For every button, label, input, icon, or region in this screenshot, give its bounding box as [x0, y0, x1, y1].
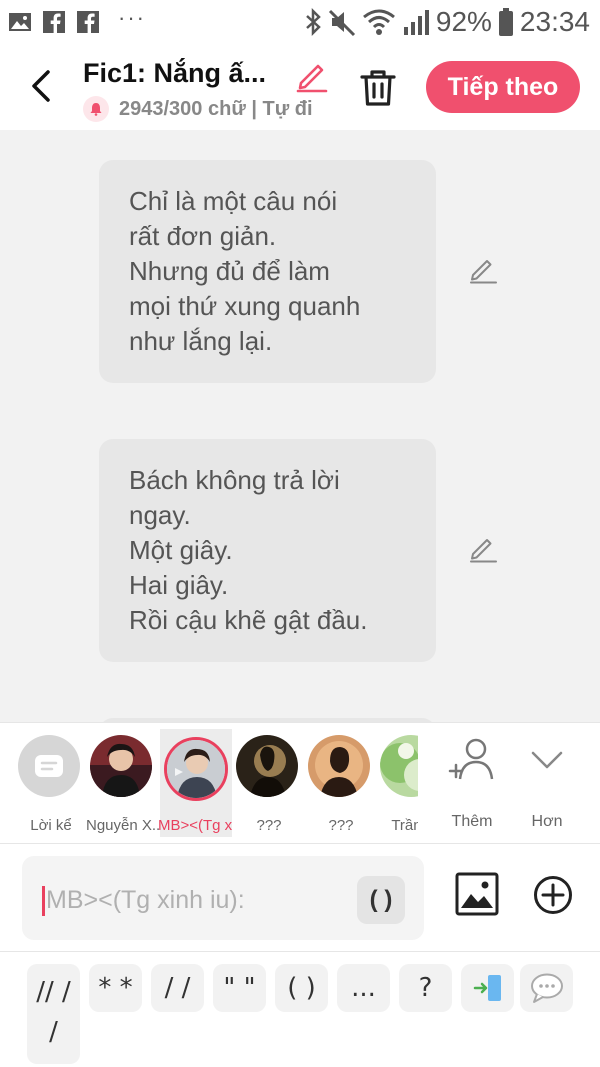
chat-bubble-icon — [530, 973, 563, 1003]
word-count-info: 2943/300 chữ | Tự đi — [83, 96, 331, 122]
character-avatar — [164, 737, 228, 801]
character-avatar — [90, 735, 152, 797]
back-icon[interactable] — [22, 64, 62, 108]
clock: 23:34 — [519, 6, 590, 37]
story-title[interactable]: Fic1: Nắng ấ... — [83, 58, 283, 89]
battery-icon — [498, 8, 513, 36]
add-character-label: Thêm — [451, 813, 493, 830]
character-name: MB><(Tg x... — [158, 817, 232, 834]
character-name: Trần T — [391, 817, 418, 834]
mute-icon — [328, 9, 355, 37]
more-notifications-icon: ··· — [118, 5, 146, 30]
message-input-box[interactable]: ( ) — [22, 856, 424, 940]
quick-symbol-button[interactable]: // / / — [27, 964, 80, 1064]
character-item[interactable]: Trần T — [378, 729, 418, 837]
parentheses-button[interactable]: ( ) — [357, 876, 405, 924]
edit-message-icon[interactable] — [468, 254, 498, 284]
insert-chat-button[interactable] — [520, 964, 573, 1012]
more-characters-button[interactable]: Hơn — [517, 735, 577, 835]
word-count-text: 2943/300 chữ | Tự đi — [119, 97, 313, 120]
character-selector: Lời kể Nguyễn X... MB><(Tg x... ??? ??? — [0, 722, 600, 844]
quick-symbol-button[interactable]: ... — [337, 964, 390, 1012]
character-name: ??? — [256, 817, 282, 834]
add-character-button[interactable]: Thêm — [442, 735, 502, 835]
phone-arrow-icon — [473, 975, 501, 1001]
message-composer: ( ) — [0, 844, 600, 952]
gallery-notification-icon — [9, 13, 31, 31]
next-button[interactable]: Tiếp theo — [426, 61, 580, 113]
trash-icon[interactable] — [358, 68, 398, 108]
message-bubble[interactable]: Chỉ là một câu nói rất đơn giản. Nhưng đ… — [99, 160, 436, 383]
battery-percent: 92% — [435, 6, 492, 37]
bell-icon — [83, 96, 109, 122]
character-item[interactable]: Nguyễn X... — [86, 729, 160, 837]
chevron-down-icon — [531, 751, 563, 769]
signal-icon — [403, 10, 429, 35]
add-person-icon — [448, 738, 494, 780]
message-bubble[interactable]: Bách không trả lời ngay. Một giây. Hai g… — [99, 439, 436, 662]
character-item[interactable]: ??? — [234, 729, 306, 837]
character-avatar — [308, 735, 370, 797]
character-item[interactable]: ??? — [306, 729, 378, 837]
bluetooth-icon — [306, 7, 321, 37]
wifi-icon — [362, 9, 395, 35]
editor-header: Fic1: Nắng ấ... 2943/300 chữ | Tự đi Tiế… — [0, 48, 600, 130]
quick-symbol-button[interactable]: ( ) — [275, 964, 328, 1012]
insert-scene-button[interactable] — [461, 964, 514, 1012]
status-bar: ··· 92% 23:34 — [0, 0, 600, 48]
character-list[interactable]: Lời kể Nguyễn X... MB><(Tg x... ??? ??? — [0, 723, 418, 845]
add-icon[interactable] — [533, 875, 573, 915]
facebook-notification-icon-2 — [77, 11, 99, 33]
edit-message-icon[interactable] — [468, 533, 498, 563]
message-input[interactable] — [46, 878, 366, 922]
character-name: ??? — [328, 817, 354, 834]
text-cursor — [42, 886, 45, 916]
quick-symbol-button[interactable]: * * — [89, 964, 142, 1012]
chat-area[interactable]: Chỉ là một câu nói rất đơn giản. Nhưng đ… — [0, 130, 600, 722]
character-name: Lời kể — [30, 817, 72, 834]
character-avatar — [380, 735, 418, 797]
quick-symbol-button[interactable]: ? — [399, 964, 452, 1012]
character-avatar — [236, 735, 298, 797]
image-icon[interactable] — [455, 872, 499, 916]
narrator-icon — [18, 735, 80, 797]
quick-symbol-button[interactable]: / / — [151, 964, 204, 1012]
more-characters-label: Hơn — [531, 813, 563, 830]
edit-title-icon[interactable] — [294, 58, 330, 94]
facebook-notification-icon — [43, 11, 65, 33]
quick-symbol-bar: // / / * * / / " " ( ) ... ? — [0, 952, 600, 1067]
quick-symbol-button[interactable]: " " — [213, 964, 266, 1012]
character-name: Nguyễn X... — [86, 817, 160, 834]
character-narrator[interactable]: Lời kể — [16, 729, 88, 837]
character-item-selected[interactable]: MB><(Tg x... — [158, 729, 232, 837]
